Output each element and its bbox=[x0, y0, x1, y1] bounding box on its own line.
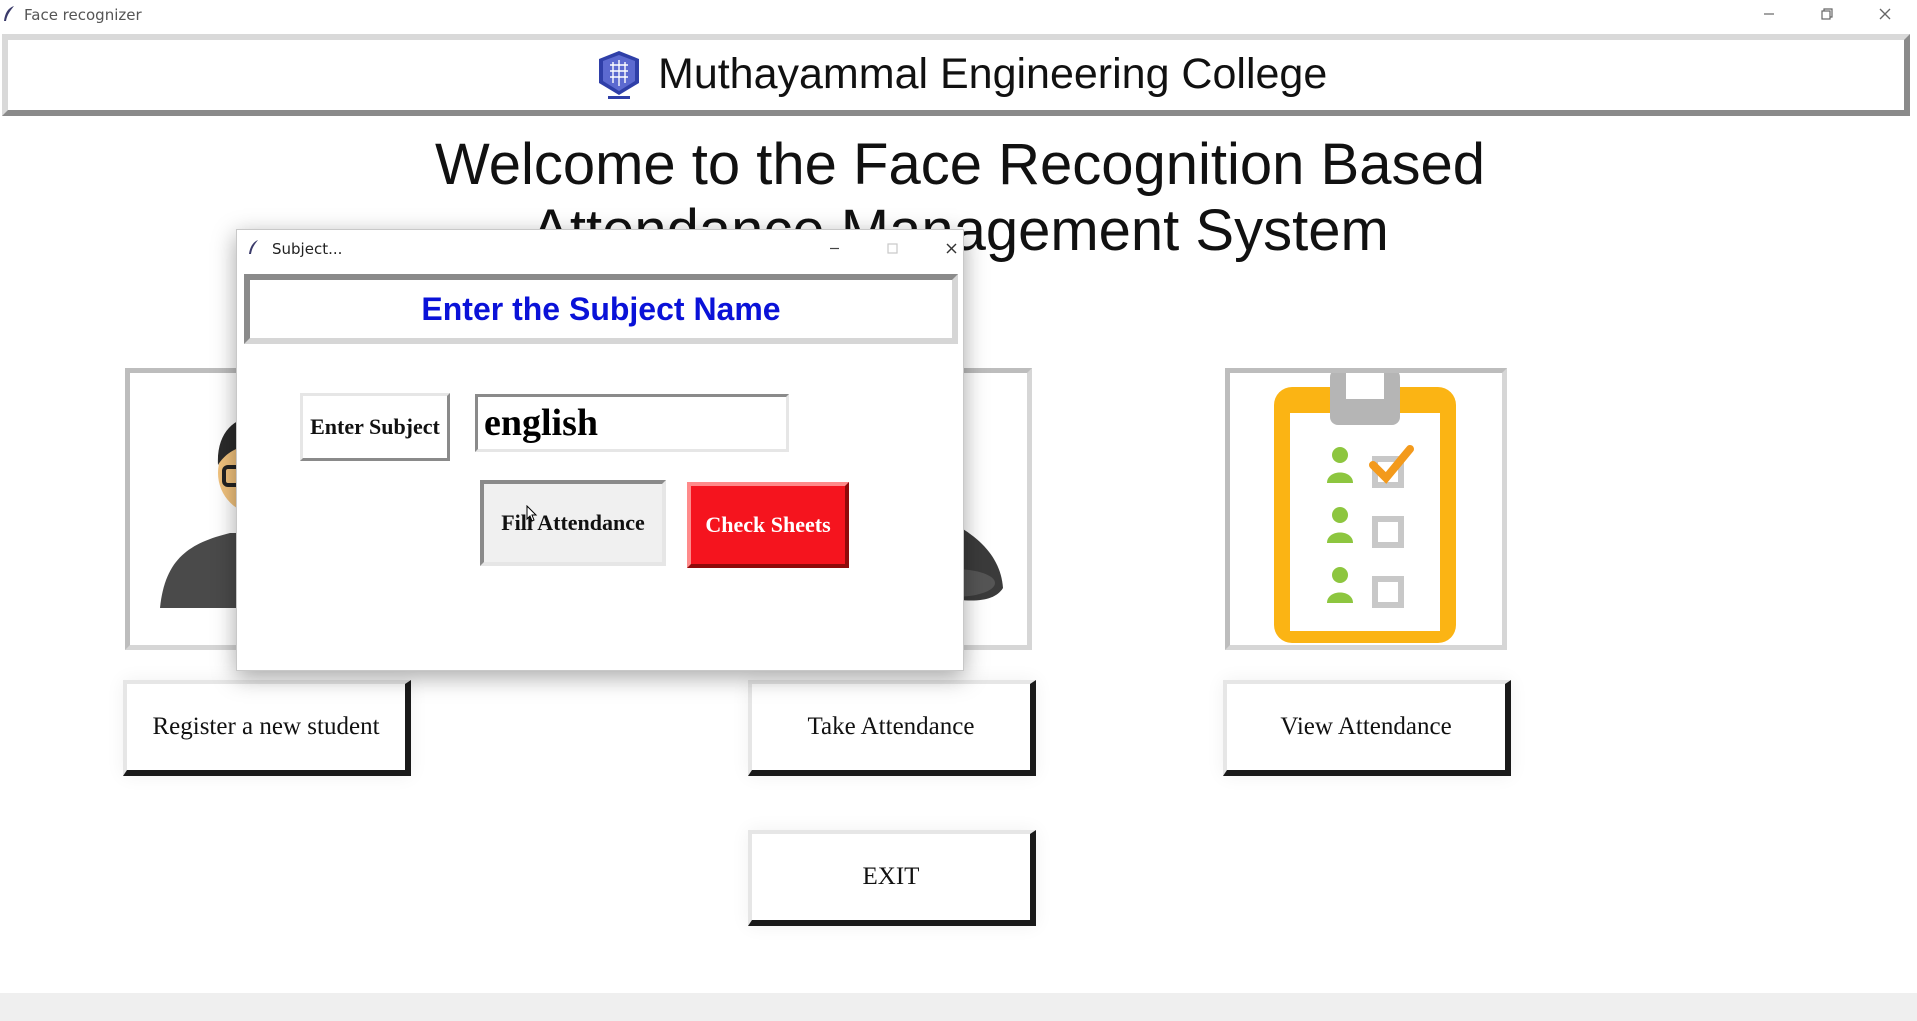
subject-dialog: Subject... Enter the Subject Name Enter … bbox=[236, 229, 964, 671]
restore-icon[interactable] bbox=[1798, 0, 1856, 28]
college-banner: Muthayammal Engineering College bbox=[2, 34, 1910, 116]
cursor-icon bbox=[526, 505, 538, 522]
take-attendance-button[interactable]: Take Attendance bbox=[748, 680, 1036, 776]
view-attendance-image-panel bbox=[1225, 368, 1507, 650]
main-titlebar: Face recognizer bbox=[0, 0, 1917, 28]
enter-subject-label: Enter Subject bbox=[300, 393, 450, 461]
clipboard-checklist-icon bbox=[1274, 373, 1456, 643]
close-icon[interactable] bbox=[1856, 0, 1914, 28]
dialog-maximize-icon bbox=[872, 234, 912, 262]
view-attendance-button[interactable]: View Attendance bbox=[1223, 680, 1511, 776]
check-sheets-button[interactable]: Check Sheets bbox=[687, 482, 849, 568]
college-logo-icon bbox=[599, 51, 639, 99]
dialog-header: Enter the Subject Name bbox=[244, 274, 958, 344]
welcome-line-1: Welcome to the Face Recognition Based bbox=[435, 132, 1485, 197]
exit-button[interactable]: EXIT bbox=[748, 830, 1036, 926]
minimize-icon[interactable] bbox=[1740, 0, 1798, 28]
dialog-title: Subject... bbox=[272, 240, 343, 258]
main-window-title: Face recognizer bbox=[24, 6, 142, 24]
college-name: Muthayammal Engineering College bbox=[658, 50, 1328, 98]
dialog-minimize-icon[interactable] bbox=[814, 234, 854, 262]
register-student-button[interactable]: Register a new student bbox=[123, 680, 411, 776]
dialog-close-icon[interactable] bbox=[931, 234, 971, 262]
subject-input[interactable] bbox=[475, 394, 789, 452]
bottom-bar bbox=[0, 993, 1917, 1021]
feather-icon bbox=[4, 6, 14, 21]
dialog-titlebar: Subject... bbox=[237, 230, 963, 266]
feather-icon bbox=[249, 240, 258, 254]
fill-attendance-button[interactable]: Fill Attendance bbox=[480, 480, 666, 566]
